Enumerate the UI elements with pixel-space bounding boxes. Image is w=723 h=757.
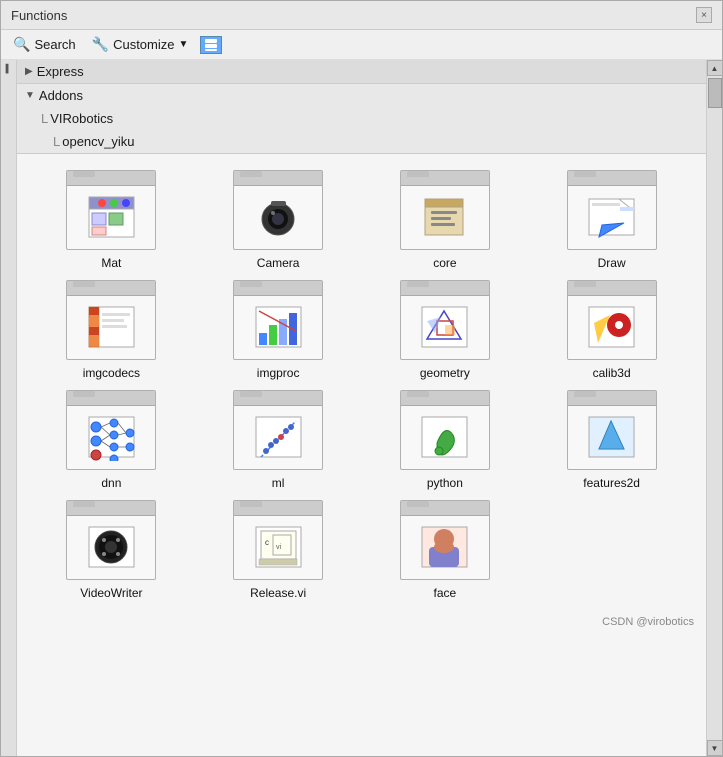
scroll-up-button[interactable]: ▲: [707, 60, 723, 76]
icon-label-geometry: geometry: [420, 366, 470, 380]
icon-label-camera: Camera: [257, 256, 300, 270]
pin-icon: [203, 37, 219, 53]
tree-item-opencv-yiku[interactable]: L opencv_yiku: [45, 130, 706, 153]
icon-label-face: face: [434, 586, 457, 600]
toolbar: 🔍 Search 🔧 Customize ▼: [1, 30, 722, 60]
content-area: ▌ ▶ Express ▼ Addons L VIRobotics: [1, 60, 722, 756]
icon-image-imgcodecs: [81, 300, 141, 354]
icon-label-mat: Mat: [101, 256, 121, 270]
tree-section: ▶ Express ▼ Addons L VIRobotics L opencv…: [17, 60, 706, 154]
icon-box-core: [400, 170, 490, 250]
icon-box-ml: [233, 390, 323, 470]
icon-image-ml: [248, 410, 308, 464]
icon-item-videowriter[interactable]: VideoWriter: [33, 500, 190, 600]
icon-box-camera: [233, 170, 323, 250]
icon-item-mat[interactable]: Mat: [33, 170, 190, 270]
icon-item-core[interactable]: core: [367, 170, 524, 270]
icon-label-imgcodecs: imgcodecs: [83, 366, 140, 380]
close-button[interactable]: ×: [696, 7, 712, 23]
l-connector-icon: L: [41, 111, 48, 126]
icon-item-release[interactable]: c vi Release.vi: [200, 500, 357, 600]
icon-box-draw: [567, 170, 657, 250]
svg-text:vi: vi: [276, 544, 282, 551]
icon-image-geometry: [415, 300, 475, 354]
icon-image-imgproc: [248, 300, 308, 354]
express-arrow-icon: ▶: [25, 66, 33, 77]
icon-box-calib3d: [567, 280, 657, 360]
search-label: Search: [34, 37, 75, 52]
icon-item-ml[interactable]: ml: [200, 390, 357, 490]
scroll-thumb[interactable]: [708, 78, 722, 108]
icon-label-videowriter: VideoWriter: [80, 586, 142, 600]
wrench-icon: 🔧: [92, 36, 109, 53]
icon-image-face: [415, 520, 475, 574]
icon-label-draw: Draw: [598, 256, 626, 270]
functions-window: Functions × 🔍 Search 🔧 Customize ▼ ▌: [0, 0, 723, 757]
addons-label: Addons: [39, 88, 83, 103]
icon-box-geometry: [400, 280, 490, 360]
title-bar: Functions ×: [1, 1, 722, 30]
scrollbar[interactable]: ▲ ▼: [706, 60, 722, 756]
search-button[interactable]: 🔍 Search: [9, 34, 80, 55]
icon-item-features2d[interactable]: features2d: [533, 390, 690, 490]
svg-text:c: c: [265, 538, 269, 547]
icon-image-mat: [81, 190, 141, 244]
icon-label-ml: ml: [272, 476, 285, 490]
icon-image-draw: [582, 190, 642, 244]
icon-item-dnn[interactable]: dnn: [33, 390, 190, 490]
icon-box-mat: [66, 170, 156, 250]
icon-item-geometry[interactable]: geometry: [367, 280, 524, 380]
icon-box-imgcodecs: [66, 280, 156, 360]
dropdown-arrow-icon: ▼: [179, 39, 189, 50]
icon-box-face: [400, 500, 490, 580]
icon-image-release: c vi: [248, 520, 308, 574]
icon-label-release: Release.vi: [250, 586, 306, 600]
icon-item-python[interactable]: python: [367, 390, 524, 490]
customize-button[interactable]: 🔧 Customize ▼: [88, 34, 193, 55]
icon-label-dnn: dnn: [101, 476, 121, 490]
icon-item-camera[interactable]: Camera: [200, 170, 357, 270]
virobotics-label: VIRobotics: [50, 111, 113, 126]
icon-box-release: c vi: [233, 500, 323, 580]
icon-image-videowriter: [81, 520, 141, 574]
addons-arrow-icon: ▼: [25, 90, 35, 101]
icon-item-imgcodecs[interactable]: imgcodecs: [33, 280, 190, 380]
window-title: Functions: [11, 8, 67, 23]
icon-box-videowriter: [66, 500, 156, 580]
main-panel: ▶ Express ▼ Addons L VIRobotics L opencv…: [17, 60, 706, 756]
icon-image-camera: [248, 190, 308, 244]
tree-item-addons[interactable]: ▼ Addons: [17, 84, 706, 107]
icon-label-calib3d: calib3d: [593, 366, 631, 380]
icon-image-features2d: [582, 410, 642, 464]
watermark: CSDN @virobotics: [602, 616, 694, 628]
icon-image-python: [415, 410, 475, 464]
left-indicator: ▌: [1, 60, 17, 76]
icon-image-dnn: [81, 410, 141, 464]
icon-label-core: core: [433, 256, 456, 270]
express-label: Express: [37, 64, 84, 79]
icon-item-calib3d[interactable]: calib3d: [533, 280, 690, 380]
search-icon: 🔍: [13, 36, 30, 53]
icon-box-features2d: [567, 390, 657, 470]
icon-label-features2d: features2d: [583, 476, 640, 490]
icon-box-imgproc: [233, 280, 323, 360]
l-connector2-icon: L: [53, 134, 60, 149]
left-sidebar: ▌: [1, 60, 17, 756]
tree-item-virobotics[interactable]: L VIRobotics: [33, 107, 706, 130]
pin-button[interactable]: [200, 36, 222, 54]
opencv-yiku-label: opencv_yiku: [62, 134, 134, 149]
icons-grid: Mat Camera core Draw: [17, 154, 706, 616]
icon-image-core: [415, 190, 475, 244]
customize-label: Customize: [113, 37, 174, 52]
scroll-down-button[interactable]: ▼: [707, 740, 723, 756]
icon-item-draw[interactable]: Draw: [533, 170, 690, 270]
icon-box-python: [400, 390, 490, 470]
icon-label-python: python: [427, 476, 463, 490]
icon-item-face[interactable]: face: [367, 500, 524, 600]
icon-item-imgproc[interactable]: imgproc: [200, 280, 357, 380]
icon-image-calib3d: [582, 300, 642, 354]
icon-label-imgproc: imgproc: [257, 366, 300, 380]
tree-item-express[interactable]: ▶ Express: [17, 60, 706, 84]
icon-box-dnn: [66, 390, 156, 470]
